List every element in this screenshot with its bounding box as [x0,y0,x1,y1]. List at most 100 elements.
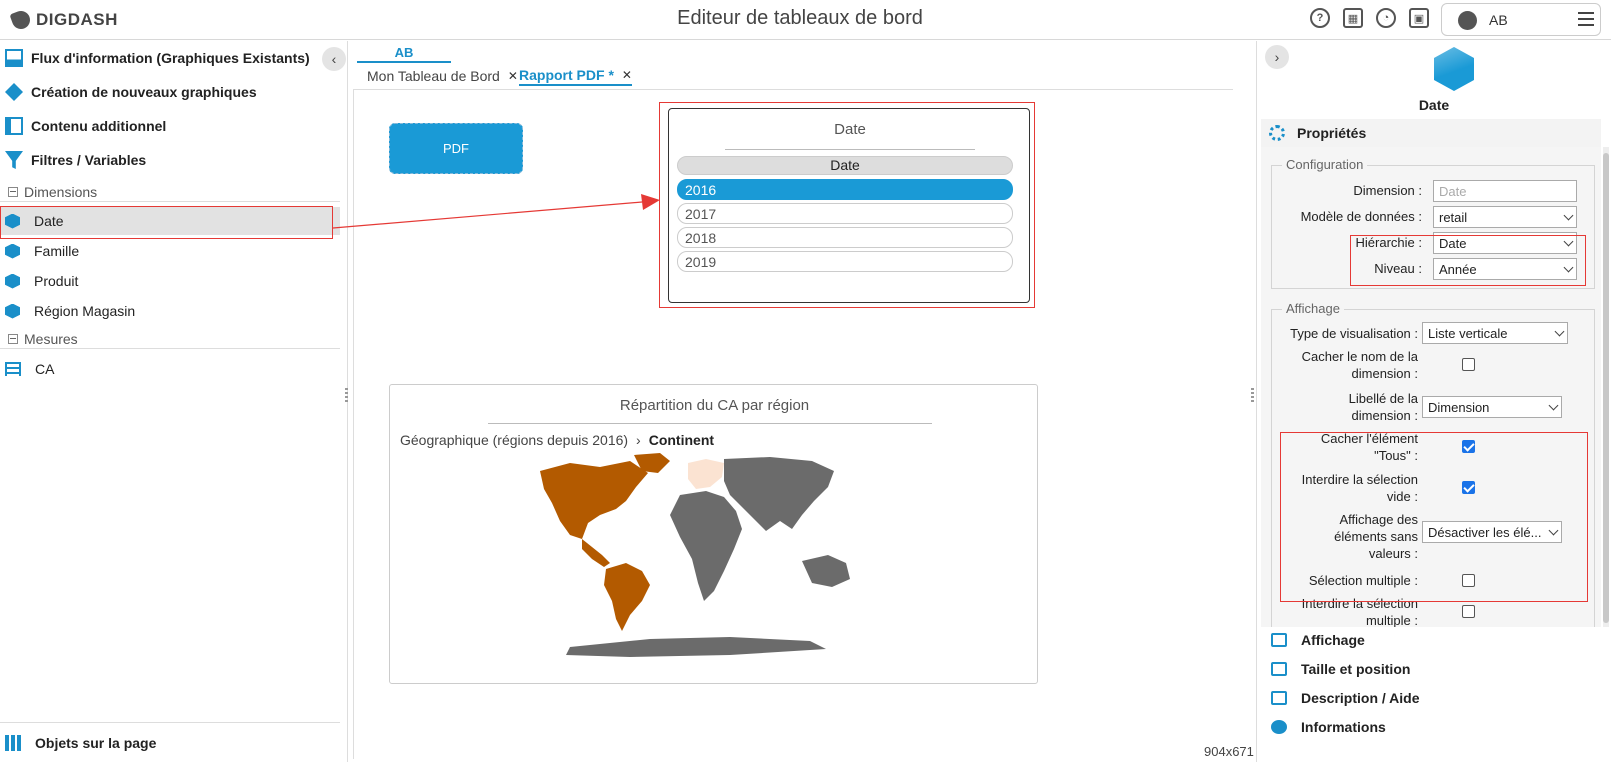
map-region-south-america[interactable] [604,563,650,631]
hierarchy-select[interactable]: Date [1433,232,1577,254]
section-label: Filtres / Variables [31,152,147,168]
help-icon[interactable]: ? [1310,8,1330,28]
date-column-header[interactable]: Date [677,156,1013,175]
digdash-logo-icon [9,8,33,32]
model-select[interactable]: retail [1433,206,1577,228]
tab-label: Rapport PDF * [519,67,614,83]
vis-type-select[interactable]: Liste verticale [1422,322,1568,344]
no-value-display-label: Affichage des éléments sans valeurs : [1334,512,1418,561]
model-select-value: retail [1439,210,1468,225]
scrollbar-thumb[interactable] [1603,153,1609,623]
world-map[interactable] [530,451,890,661]
section-filtres-variables[interactable]: Filtres / Variables [0,143,340,177]
properties-section-header[interactable]: Propriétés [1261,119,1601,147]
tab-group-ab[interactable]: AB [357,43,451,63]
widgets-icon[interactable]: ▦ [1343,8,1363,28]
forbid-empty-label: Interdire la sélection vide : [1301,472,1418,504]
description-icon [1271,691,1287,705]
map-region-central-america[interactable] [582,539,610,567]
dim-label-select[interactable]: Dimension [1422,396,1562,418]
measure-item-ca[interactable]: CA [0,355,340,383]
map-region-europe[interactable] [688,459,724,489]
user-initials: AB [1489,12,1508,28]
toolbar-icons: ? ▦ ◔ ▣ [1310,8,1429,28]
save-icon[interactable]: ▣ [1409,8,1429,28]
forbid-multi-checkbox[interactable] [1462,605,1475,618]
date-option-2018[interactable]: 2018 [677,227,1013,248]
map-region-asia[interactable] [724,457,834,531]
magic-wand-icon [5,83,23,101]
hide-dim-name-label: Cacher le nom de la dimension : [1301,349,1418,381]
map-widget[interactable]: Répartition du CA par région Géographiqu… [389,384,1038,684]
dimensions-group-header[interactable]: Dimensions [0,182,340,202]
dimension-item-produit[interactable]: Produit [0,267,340,295]
layout-icon [5,117,23,135]
section-affichage[interactable]: Affichage [1261,625,1601,655]
dimension-field[interactable]: Date [1433,180,1577,202]
map-region-north-america[interactable] [540,461,648,539]
gear-icon [1269,125,1285,141]
logo-text: DIGDASH [36,10,118,29]
vis-type-select-value: Liste verticale [1428,326,1508,341]
pdf-button[interactable]: PDF [389,123,523,174]
measures-header-label: Mesures [24,330,78,347]
date-option-2017[interactable]: 2017 [677,203,1013,224]
map-region-africa[interactable] [670,491,742,601]
section-taille-position[interactable]: Taille et position [1261,654,1601,684]
collapse-minus-icon[interactable] [8,333,18,344]
chevron-down-icon [1554,326,1565,337]
close-tab-icon[interactable]: ✕ [622,68,632,82]
configuration-fieldset: Configuration Dimension : Date Modèle de… [1271,157,1595,289]
hide-dim-name-checkbox[interactable] [1462,358,1475,371]
section-label: Création de nouveaux graphiques [31,84,257,100]
section-flux-information[interactable]: Flux d'information (Graphiques Existants… [0,41,340,75]
collapse-right-panel-button[interactable]: › [1265,45,1289,69]
level-select-value: Année [1439,262,1477,277]
right-splitter-handle[interactable] [1251,388,1254,404]
date-filter-widget[interactable]: Date Date 2016 2017 2018 2019 [668,108,1030,303]
measure-icon [5,362,21,376]
section-creation-graphiques[interactable]: Création de nouveaux graphiques [0,75,340,109]
hide-all-label: Cacher l'élément "Tous" : [1320,431,1418,463]
tab-rapport-pdf[interactable]: Rapport PDF * ✕ [519,66,632,86]
dimension-label: Région Magasin [34,303,136,319]
collapse-left-panel-button[interactable]: ‹ [322,47,346,71]
date-widget-title: Date [834,121,866,138]
date-option-2016[interactable]: 2016 [677,179,1013,200]
breadcrumb-parent[interactable]: Géographique (régions depuis 2016) [400,432,628,448]
section-contenu-additionnel[interactable]: Contenu additionnel [0,109,340,143]
properties-scroll-area[interactable]: Configuration Dimension : Date Modèle de… [1261,147,1601,627]
measures-group-header[interactable]: Mesures [0,329,340,349]
dimension-item-date[interactable]: Date [0,207,340,235]
dimension-item-famille[interactable]: Famille [0,237,340,265]
dimension-item-region-magasin[interactable]: Région Magasin [0,297,340,325]
display-fieldset: Affichage Type de visualisation : Liste … [1271,301,1595,627]
selected-object-name: Date [1418,97,1450,113]
forbid-empty-checkbox[interactable] [1462,481,1475,494]
map-region-oceania[interactable] [802,555,850,587]
user-menu[interactable]: AB [1441,3,1601,36]
date-option-2019[interactable]: 2019 [677,251,1013,272]
app-logo[interactable]: DIGDASH [9,8,118,32]
cube-icon [5,243,20,259]
hierarchy-select-value: Date [1439,236,1467,251]
section-label: Taille et position [1301,661,1411,677]
canvas-size-label: 904x671 [1204,744,1254,759]
level-select[interactable]: Année [1433,258,1577,280]
hide-all-checkbox[interactable] [1462,440,1475,453]
gauge-icon[interactable]: ◔ [1376,8,1396,28]
no-value-display-select[interactable]: Désactiver les élé... [1422,521,1562,543]
tab-mon-tableau-de-bord[interactable]: Mon Tableau de Bord ✕ [367,66,518,86]
hamburger-menu-icon[interactable] [1578,12,1594,26]
close-tab-icon[interactable]: ✕ [508,69,518,83]
multi-select-checkbox[interactable] [1462,574,1475,587]
section-description-aide[interactable]: Description / Aide [1261,683,1601,713]
map-region-antarctica[interactable] [566,637,826,657]
measure-label: CA [35,361,55,377]
collapse-minus-icon[interactable] [8,186,18,197]
section-informations[interactable]: Informations [1261,712,1601,742]
properties-scrollbar[interactable] [1603,147,1609,627]
left-splitter-handle[interactable] [345,388,348,404]
no-value-display-select-value: Désactiver les élé... [1428,525,1542,540]
objects-on-page-section[interactable]: Objets sur la page [0,722,340,762]
